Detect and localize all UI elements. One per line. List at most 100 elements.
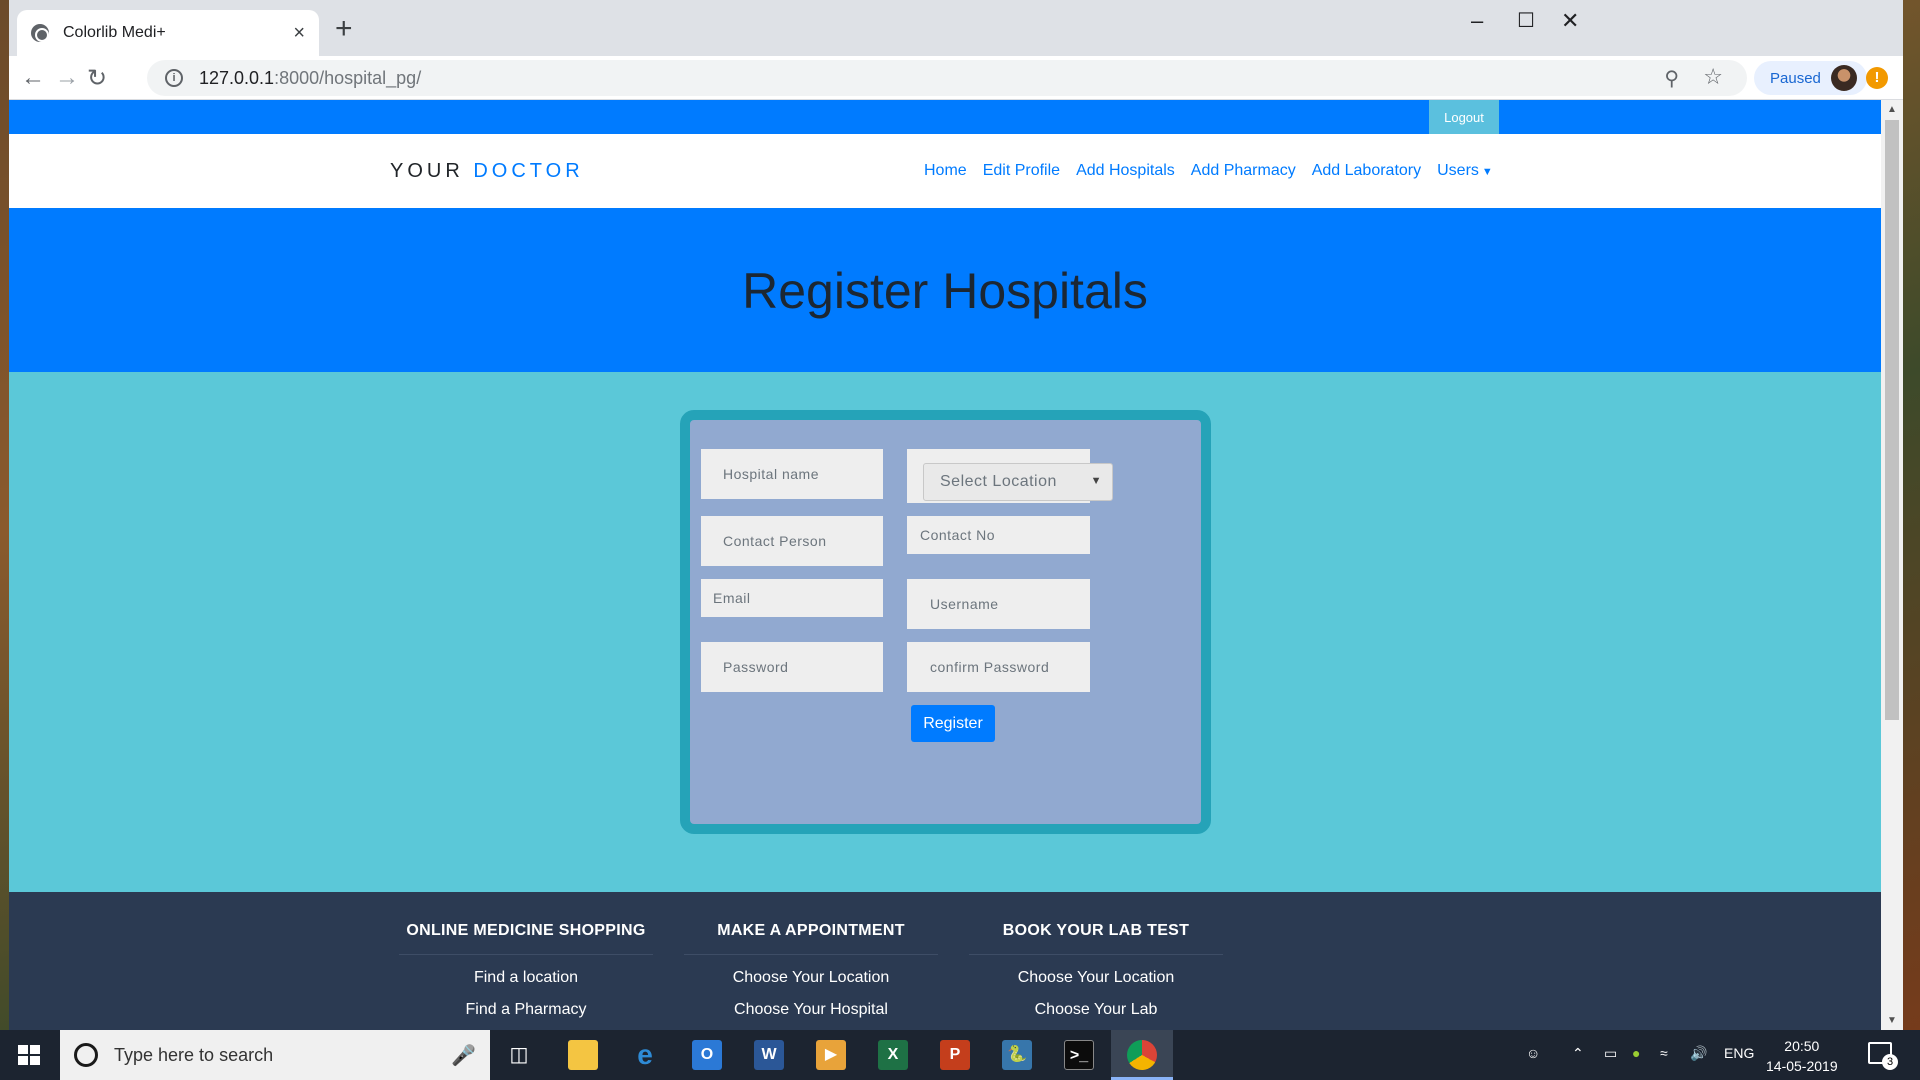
terminal-icon[interactable]: >_: [1064, 1040, 1094, 1070]
zoom-icon[interactable]: ⚲: [1664, 66, 1679, 91]
footer-heading: BOOK YOUR LAB TEST: [969, 922, 1223, 955]
maximize-icon[interactable]: ☐: [1517, 8, 1535, 33]
people-icon[interactable]: ☺: [1526, 1045, 1540, 1061]
chrome-icon: [1127, 1040, 1157, 1070]
scroll-up-icon[interactable]: ▲: [1887, 104, 1897, 115]
file-explorer-icon[interactable]: [568, 1040, 598, 1070]
cortana-icon: [74, 1043, 98, 1067]
python-idle-icon[interactable]: 🐍: [1002, 1040, 1032, 1070]
footer-link[interactable]: Choose Your Location: [969, 969, 1223, 987]
battery-icon[interactable]: ▭: [1604, 1045, 1617, 1062]
confirm-password-input[interactable]: confirm Password: [907, 642, 1090, 692]
excel-icon[interactable]: X: [878, 1040, 908, 1070]
powerpoint-icon[interactable]: P: [940, 1040, 970, 1070]
task-view-icon[interactable]: ◫: [504, 1040, 534, 1070]
nav-users-dropdown[interactable]: Users ▼: [1437, 162, 1493, 180]
notification-count-badge: 3: [1882, 1054, 1898, 1070]
contact-person-input[interactable]: Contact Person: [701, 516, 883, 566]
reload-icon[interactable]: ↻: [87, 64, 107, 93]
edge-icon[interactable]: e: [630, 1040, 660, 1070]
windows-start-icon[interactable]: [18, 1045, 40, 1065]
brand-accent-word: DOCTOR: [473, 160, 584, 182]
username-input[interactable]: Username: [907, 579, 1090, 629]
browser-window: Colorlib Medi+ × + – ☐ ✕ ← → ↻ i 127.0.0…: [9, 0, 1903, 1030]
wifi-icon[interactable]: ≈: [1660, 1045, 1668, 1061]
alert-icon[interactable]: !: [1866, 67, 1888, 89]
tab-title: Colorlib Medi+: [63, 24, 166, 41]
volume-icon[interactable]: 🔊: [1690, 1045, 1707, 1062]
location-select[interactable]: Select Location ▼: [923, 463, 1113, 501]
location-select-wrapper: Select Location ▼: [907, 449, 1113, 503]
footer-link[interactable]: Choose Your Hospital: [684, 1001, 938, 1019]
outlook-icon[interactable]: O: [692, 1040, 722, 1070]
scroll-down-icon[interactable]: ▼: [1887, 1015, 1897, 1026]
contact-no-input[interactable]: Contact No: [907, 516, 1090, 554]
site-footer: ONLINE MEDICINE SHOPPING Find a location…: [9, 892, 1881, 1030]
page-scrollbar[interactable]: ▲ ▼: [1881, 100, 1903, 1030]
security-icon[interactable]: ●: [1632, 1045, 1640, 1061]
nav-edit-profile[interactable]: Edit Profile: [983, 162, 1060, 180]
footer-link[interactable]: Find a location: [399, 969, 653, 987]
forward-arrow-icon[interactable]: →: [55, 64, 79, 92]
profile-status-label: Paused: [1770, 69, 1821, 87]
password-input[interactable]: Password: [701, 642, 883, 692]
footer-column-appointment: MAKE A APPOINTMENT Choose Your Location …: [684, 922, 938, 1019]
word-icon[interactable]: W: [754, 1040, 784, 1070]
site-navbar: YOUR DOCTOR Home Edit Profile Add Hospit…: [9, 134, 1881, 208]
caret-down-icon: ▼: [1481, 166, 1493, 178]
profile-button[interactable]: Paused: [1754, 61, 1867, 95]
browser-tab[interactable]: Colorlib Medi+ ×: [17, 10, 319, 56]
footer-heading: MAKE A APPOINTMENT: [684, 922, 938, 955]
chrome-taskbar-active[interactable]: [1111, 1030, 1173, 1080]
top-bar: Logout: [9, 100, 1881, 134]
footer-link[interactable]: Choose Your Lab: [969, 1001, 1223, 1019]
nav-add-laboratory[interactable]: Add Laboratory: [1312, 162, 1421, 180]
taskbar-search[interactable]: Type here to search 🎤: [60, 1030, 490, 1080]
brand-word: YOUR: [390, 160, 464, 182]
info-icon[interactable]: i: [165, 69, 183, 87]
dropdown-arrow-icon: ▼: [1090, 475, 1102, 487]
logout-button[interactable]: Logout: [1429, 100, 1499, 134]
minimize-icon[interactable]: –: [1471, 8, 1483, 34]
taskbar-search-placeholder: Type here to search: [114, 1044, 274, 1065]
url-host: 127.0.0.1: [199, 67, 275, 88]
email-input[interactable]: Email: [701, 579, 883, 617]
new-tab-button[interactable]: +: [335, 14, 353, 44]
avatar: [1830, 65, 1857, 91]
tray-expand-icon[interactable]: ⌃: [1572, 1045, 1584, 1062]
bookmark-star-icon[interactable]: ☆: [1703, 64, 1723, 90]
windows-taskbar: Type here to search 🎤 ◫ e O W ▶ X P 🐍 >_…: [0, 1030, 1920, 1080]
nav-users-label: Users: [1437, 162, 1479, 179]
taskbar-clock[interactable]: 20:50 14-05-2019: [1766, 1036, 1838, 1076]
browser-toolbar: ← → ↻ i 127.0.0.1:8000/hospital_pg/ ⚲ ☆ …: [9, 56, 1903, 100]
media-player-icon[interactable]: ▶: [816, 1040, 846, 1070]
main-nav: Home Edit Profile Add Hospitals Add Phar…: [924, 162, 1493, 180]
nav-add-pharmacy[interactable]: Add Pharmacy: [1191, 162, 1296, 180]
scrollbar-thumb[interactable]: [1885, 120, 1899, 720]
tab-strip: Colorlib Medi+ × + – ☐ ✕: [9, 0, 1903, 56]
back-arrow-icon[interactable]: ←: [21, 64, 45, 92]
footer-link[interactable]: Choose Your Location: [684, 969, 938, 987]
hospital-name-input[interactable]: Hospital name: [701, 449, 883, 499]
footer-heading: ONLINE MEDICINE SHOPPING: [399, 922, 653, 955]
address-bar[interactable]: i 127.0.0.1:8000/hospital_pg/ ⚲ ☆: [147, 60, 1747, 96]
hero-banner: Register Hospitals: [9, 208, 1881, 372]
tab-close-icon[interactable]: ×: [293, 22, 305, 45]
site-brand[interactable]: YOUR DOCTOR: [390, 160, 584, 183]
window-close-icon[interactable]: ✕: [1561, 8, 1579, 34]
language-indicator[interactable]: ENG: [1724, 1045, 1754, 1061]
location-select-value: Select Location: [940, 473, 1057, 490]
register-form: Hospital name Select Location ▼ Contact …: [680, 410, 1211, 834]
register-button[interactable]: Register: [911, 705, 995, 742]
clock-time: 20:50: [1784, 1038, 1820, 1054]
url-text[interactable]: 127.0.0.1:8000/hospital_pg/: [199, 68, 421, 89]
action-center-icon[interactable]: 3: [1868, 1042, 1898, 1070]
microphone-icon[interactable]: 🎤: [451, 1043, 476, 1068]
footer-link[interactable]: Find a Pharmacy: [399, 1001, 653, 1019]
url-path: :8000/hospital_pg/: [274, 67, 422, 88]
nav-add-hospitals[interactable]: Add Hospitals: [1076, 162, 1175, 180]
globe-icon: [31, 24, 49, 42]
footer-column-shopping: ONLINE MEDICINE SHOPPING Find a location…: [399, 922, 653, 1019]
nav-home[interactable]: Home: [924, 162, 967, 180]
clock-date: 14-05-2019: [1766, 1058, 1838, 1074]
